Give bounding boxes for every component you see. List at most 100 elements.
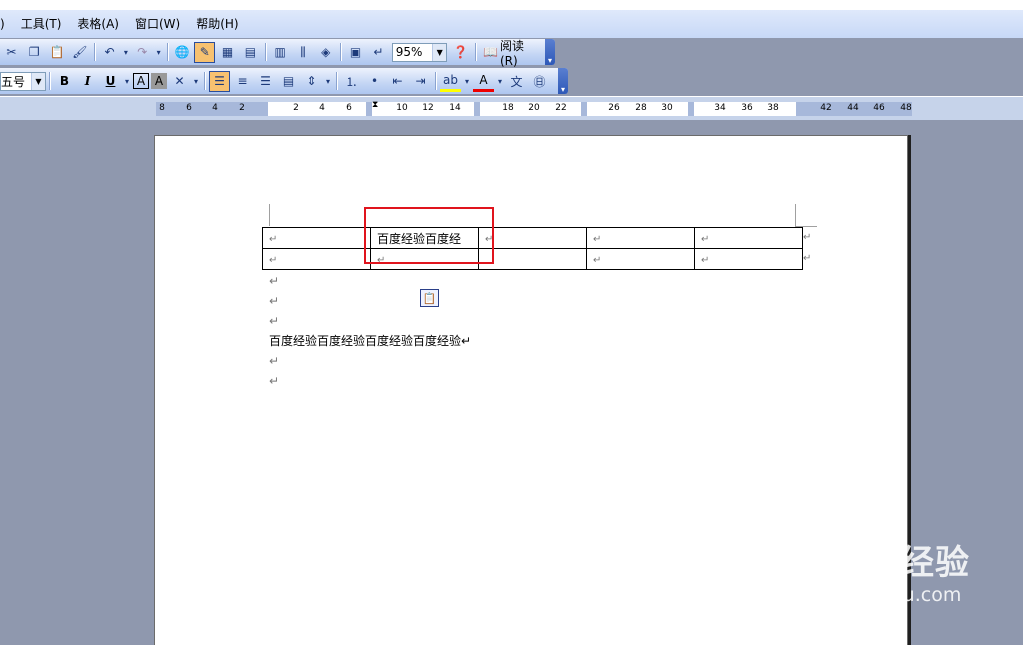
font-color-button[interactable]: A xyxy=(473,71,494,92)
chevron-down-icon[interactable]: ▼ xyxy=(432,43,447,61)
ruler-column-marker[interactable] xyxy=(581,102,587,116)
text-effect-icon[interactable]: ✕ xyxy=(169,71,190,92)
ruler-tick-label: 18 xyxy=(502,103,514,113)
text-effect-dropdown-icon[interactable]: ▾ xyxy=(192,71,200,92)
align-center-icon[interactable]: ≡ xyxy=(232,71,253,92)
undo-dropdown-icon[interactable]: ▾ xyxy=(122,42,130,63)
menu-item-window[interactable]: 窗口(W) xyxy=(127,10,188,38)
zoom-select[interactable]: 95% ▼ xyxy=(391,42,448,62)
body-paragraph[interactable]: 百度经验百度经验百度经验百度经验↵ xyxy=(269,332,471,349)
char-shading-button[interactable]: A xyxy=(151,73,167,89)
drawing-icon[interactable]: ⫼ xyxy=(293,42,314,63)
ruler-column-marker[interactable] xyxy=(474,102,480,116)
format-painter-icon[interactable]: 🖌 xyxy=(69,42,90,63)
ruler-column-marker[interactable] xyxy=(688,102,694,116)
highlight-box xyxy=(364,207,494,264)
chevron-down-icon[interactable]: ▼ xyxy=(31,72,45,90)
cut-icon[interactable]: ✂ xyxy=(1,42,22,63)
ruler-tick-label: 42 xyxy=(820,103,832,113)
toolbar-options-icon[interactable]: ▾ xyxy=(545,39,555,65)
print-preview-icon[interactable]: ▣ xyxy=(345,42,366,63)
table-cell[interactable]: ↵ xyxy=(694,248,803,270)
separator xyxy=(49,72,50,90)
document-map-icon[interactable]: ◈ xyxy=(315,42,336,63)
numbering-icon[interactable]: ⒈ xyxy=(341,71,362,92)
insert-table-icon[interactable]: ▦ xyxy=(217,42,238,63)
ruler-tick-label: 20 xyxy=(528,103,540,113)
ruler-tick-label: 34 xyxy=(714,103,726,113)
char-border-button[interactable]: A xyxy=(133,73,149,89)
show-hide-marks-icon[interactable]: ↵ xyxy=(368,42,389,63)
watermark-logo: Baidu经验 xyxy=(786,543,971,583)
read-mode-label: 阅读(R) xyxy=(499,38,524,68)
indent-marker-icon[interactable]: ⧗ xyxy=(372,100,380,118)
enclose-char-icon[interactable]: ㊐ xyxy=(529,71,550,92)
redo-dropdown-icon[interactable]: ▾ xyxy=(155,42,163,63)
read-mode-button[interactable]: 📖 阅读(R) xyxy=(479,37,545,68)
paragraph-mark[interactable]: ↵ xyxy=(269,314,279,328)
ruler-bar[interactable]: ⧗ 8 6 4 2 2 4 6 10 12 14 18 20 22 26 28 30 34 36 38 42 44 46 4… xyxy=(156,100,912,118)
menu-item-tools[interactable]: 工具(T) xyxy=(13,10,70,38)
paste-icon[interactable]: 📋 xyxy=(47,42,68,63)
row-end-mark: ↵ xyxy=(803,232,812,243)
highlight-icon[interactable]: ab xyxy=(440,71,461,92)
menu-item-partial[interactable]: ) xyxy=(0,10,13,38)
table-cell[interactable]: ↵ xyxy=(478,227,587,249)
table-cell[interactable]: ↵ xyxy=(694,227,803,249)
phonetic-guide-icon[interactable]: 文 xyxy=(506,71,527,92)
line-spacing-dropdown-icon[interactable]: ▾ xyxy=(324,71,332,92)
table-cell[interactable]: ↵ xyxy=(586,248,695,270)
insert-excel-icon[interactable]: ▤ xyxy=(240,42,261,63)
underline-dropdown-icon[interactable]: ▾ xyxy=(123,71,131,92)
table-cell[interactable]: ↵ xyxy=(262,227,371,249)
table-row: ↵ ↵ ↵ ↵ xyxy=(262,248,803,270)
paragraph-mark[interactable]: ↵ xyxy=(269,374,279,388)
help-icon[interactable]: ❓ xyxy=(450,42,471,63)
tables-borders-icon[interactable]: ✎ xyxy=(194,41,216,63)
align-right-icon[interactable]: ☰ xyxy=(255,71,276,92)
table-cell[interactable]: ↵ xyxy=(262,248,371,270)
paragraph-mark[interactable]: ↵ xyxy=(269,294,279,308)
ruler-tick-label: 12 xyxy=(422,103,434,113)
paragraph-mark[interactable]: ↵ xyxy=(269,274,279,288)
font-size-select[interactable]: 五号 ▼ xyxy=(0,71,46,91)
title-strip xyxy=(0,0,1023,10)
separator xyxy=(475,43,476,61)
menu-item-table[interactable]: 表格(A) xyxy=(69,10,127,38)
paragraph-mark[interactable]: ↵ xyxy=(269,354,279,368)
paste-options-icon[interactable]: 📋 xyxy=(420,289,439,307)
redo-icon[interactable]: ↷ xyxy=(132,42,153,63)
baidu-watermark: Baidu经验 jingyan.baidu.com xyxy=(786,535,970,606)
ruler-tick-label: 4 xyxy=(212,103,218,113)
ruler-tick-label: 30 xyxy=(661,103,673,113)
increase-indent-icon[interactable]: ⇥ xyxy=(410,71,431,92)
underline-button[interactable]: U xyxy=(100,71,121,92)
hyperlink-icon[interactable]: 🌐 xyxy=(172,42,193,63)
row-end-mark: ↵ xyxy=(803,253,812,264)
separator xyxy=(264,43,266,61)
decrease-indent-icon[interactable]: ⇤ xyxy=(387,71,408,92)
table-cell[interactable]: ↵ xyxy=(586,227,695,249)
bold-button[interactable]: B xyxy=(54,71,75,92)
ruler-tick-label: 2 xyxy=(293,103,299,113)
highlight-dropdown-icon[interactable]: ▾ xyxy=(463,71,471,92)
italic-button[interactable]: I xyxy=(77,71,98,92)
ruler-tick-label: 10 xyxy=(396,103,408,113)
copy-icon[interactable]: ❐ xyxy=(24,42,45,63)
document-table[interactable]: ↵ 百度经验百度经 ↵ ↵ ↵ ↵ ↵ ↵ ↵ xyxy=(262,227,803,270)
bullets-icon[interactable]: • xyxy=(364,71,385,92)
separator xyxy=(94,43,96,61)
separator xyxy=(204,72,205,90)
menu-item-help[interactable]: 帮助(H) xyxy=(188,10,246,38)
ruler-tick-label: 26 xyxy=(608,103,620,113)
columns-icon[interactable]: ▥ xyxy=(270,42,291,63)
justify-icon[interactable]: ▤ xyxy=(278,71,299,92)
horizontal-ruler: ⧗ 8 6 4 2 2 4 6 10 12 14 18 20 22 26 28 30 34 36 38 42 44 46 4… xyxy=(0,96,1023,120)
font-color-dropdown-icon[interactable]: ▾ xyxy=(496,71,504,92)
undo-icon[interactable]: ↶ xyxy=(99,42,120,63)
table-cell[interactable] xyxy=(478,248,587,270)
toolbar-options-icon[interactable]: ▾ xyxy=(558,68,568,94)
separator xyxy=(166,43,168,61)
line-spacing-icon[interactable]: ⇕ xyxy=(301,71,322,92)
align-left-icon[interactable]: ☰ xyxy=(209,70,230,92)
